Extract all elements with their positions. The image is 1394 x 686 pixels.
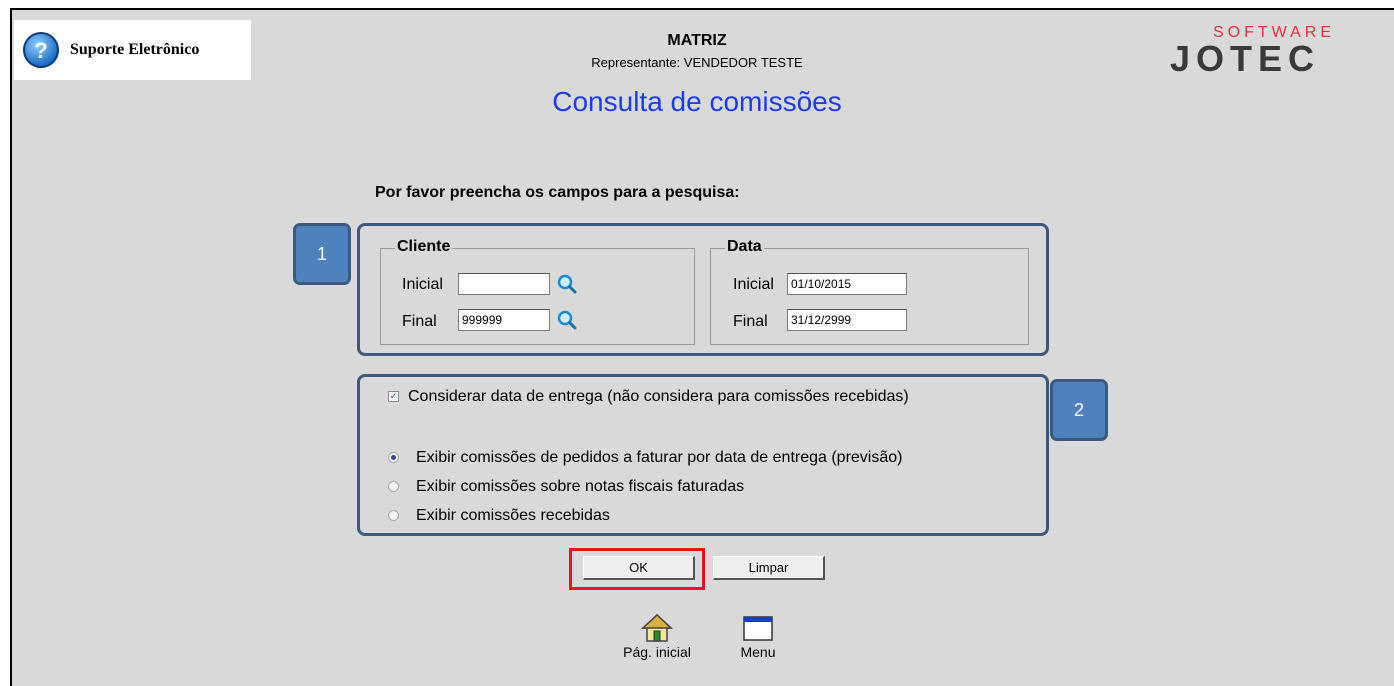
consider-delivery-label: Considerar data de entrega (não consider… — [408, 388, 909, 405]
cliente-final-input[interactable]: 999999 — [458, 309, 550, 331]
data-final-label: Final — [733, 313, 768, 330]
data-final-input[interactable]: 31/12/2999 — [787, 309, 907, 331]
logo-jotec-text: JOTEC — [1170, 38, 1321, 79]
option-radio-faturadas[interactable] — [388, 481, 399, 492]
support-button[interactable]: ? Suporte Eletrônico — [14, 20, 251, 80]
home-nav-label: Pág. inicial — [623, 644, 691, 660]
cliente-final-search-icon[interactable] — [556, 309, 578, 331]
cliente-legend: Cliente — [395, 238, 453, 256]
step-badge-2: 2 — [1050, 379, 1108, 441]
home-nav[interactable]: Pág. inicial — [612, 612, 702, 660]
clear-button[interactable]: Limpar — [713, 556, 825, 580]
step-badge-1: 1 — [293, 223, 351, 285]
page-title: Consulta de comissões — [552, 86, 842, 117]
cliente-inicial-search-icon[interactable] — [556, 273, 578, 295]
menu-nav[interactable]: Menu — [728, 612, 788, 660]
option-radio-previsao[interactable] — [388, 452, 399, 463]
option-label-recebidas: Exibir comissões recebidas — [416, 507, 610, 524]
consider-delivery-checkbox[interactable]: ✓ — [388, 391, 399, 402]
ok-button[interactable]: OK — [583, 556, 695, 580]
cliente-inicial-input[interactable] — [458, 273, 550, 295]
cliente-final-label: Final — [402, 313, 437, 330]
menu-window-icon — [743, 616, 773, 641]
menu-nav-label: Menu — [740, 644, 776, 660]
data-inicial-label: Inicial — [733, 276, 774, 293]
home-icon — [641, 613, 673, 642]
cliente-inicial-label: Inicial — [402, 276, 443, 293]
option-label-previsao: Exibir comissões de pedidos a faturar po… — [416, 449, 903, 466]
data-legend: Data — [725, 238, 764, 256]
option-radio-recebidas[interactable] — [388, 510, 399, 521]
option-label-faturadas: Exibir comissões sobre notas fiscais fat… — [416, 478, 745, 495]
data-inicial-input[interactable]: 01/10/2015 — [787, 273, 907, 295]
jotec-logo: SOFTWARE JOTEC — [1170, 24, 1370, 79]
search-prompt: Por favor preencha os campos para a pesq… — [375, 184, 740, 201]
